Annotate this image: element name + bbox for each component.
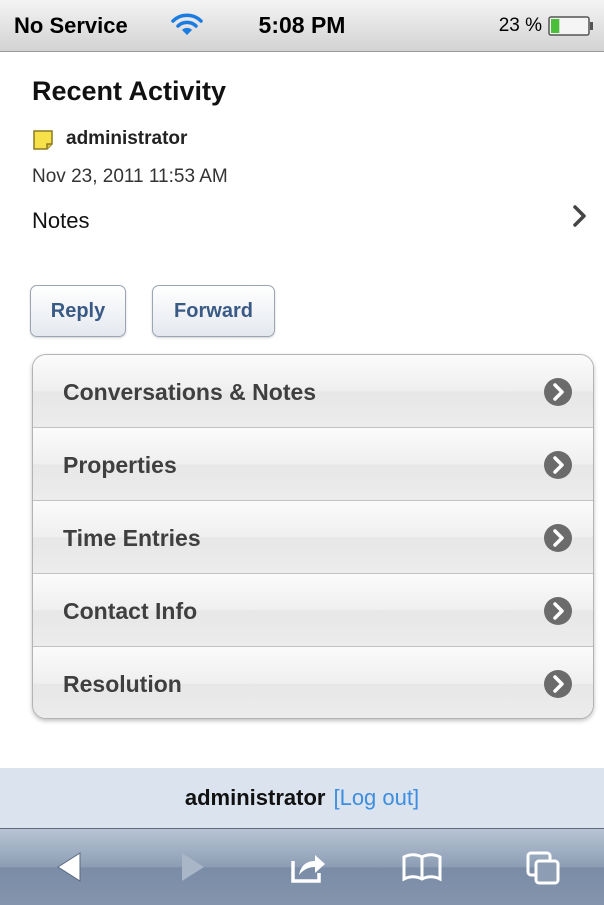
share-icon[interactable] <box>285 847 329 887</box>
activity-date: Nov 23, 2011 11:53 AM <box>32 166 228 187</box>
circle-arrow-right-icon <box>544 670 572 698</box>
tabs-icon[interactable] <box>522 847 566 887</box>
battery-icon <box>548 16 593 36</box>
circle-arrow-right-icon <box>544 597 572 625</box>
circle-arrow-right-icon <box>544 451 572 479</box>
menu-item-label: Conversations & Notes <box>63 379 317 405</box>
phone-screen: No Service 5:08 PM 23 % Recent Activity … <box>0 0 604 905</box>
circle-arrow-right-icon <box>544 378 572 406</box>
menu-item-label: Time Entries <box>63 525 201 551</box>
battery-percent: 23 % <box>498 15 542 36</box>
browser-toolbar <box>0 828 604 905</box>
menu-item-contact-info[interactable]: Contact Info <box>33 574 593 647</box>
menu-item-properties[interactable]: Properties <box>33 428 593 501</box>
forward-arrow-icon[interactable] <box>170 847 214 887</box>
forward-button[interactable]: Forward <box>152 285 275 337</box>
status-bar: No Service 5:08 PM 23 % <box>0 0 604 52</box>
activity-type[interactable]: Notes <box>32 208 89 234</box>
bookmarks-icon[interactable] <box>400 847 444 887</box>
page-title: Recent Activity <box>32 76 227 106</box>
menu-item-conversations-notes[interactable]: Conversations & Notes <box>33 355 593 428</box>
menu-item-time-entries[interactable]: Time Entries <box>33 501 593 574</box>
menu-item-label: Resolution <box>63 671 182 697</box>
note-icon <box>33 130 53 150</box>
menu-item-resolution[interactable]: Resolution <box>33 647 593 718</box>
menu-item-label: Contact Info <box>63 598 198 624</box>
chevron-right-icon[interactable] <box>572 203 588 229</box>
logout-link[interactable]: [Log out] <box>333 785 419 811</box>
activity-user: administrator <box>66 128 188 149</box>
back-arrow-icon[interactable] <box>48 847 92 887</box>
circle-arrow-right-icon <box>544 524 572 552</box>
footer-bar: administrator [Log out] <box>0 768 604 828</box>
reply-button[interactable]: Reply <box>30 285 126 337</box>
footer-user: administrator <box>184 785 326 810</box>
menu-list: Conversations & Notes Properties Time En… <box>32 354 594 719</box>
menu-item-label: Properties <box>63 452 177 478</box>
